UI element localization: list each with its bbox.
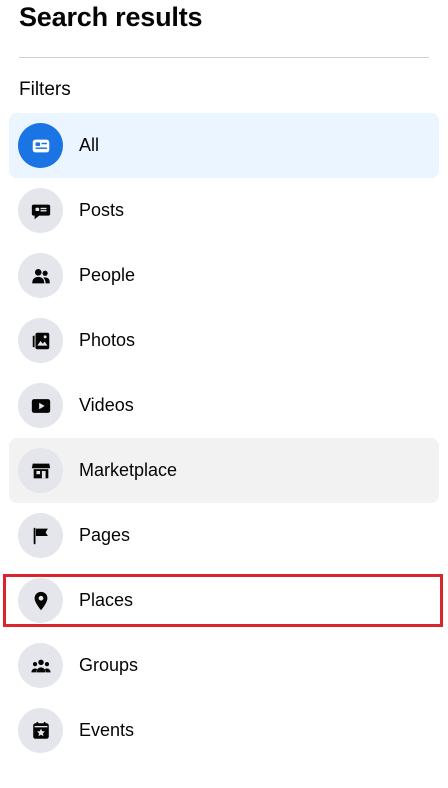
post-icon [18, 188, 63, 233]
groups-icon [18, 643, 63, 688]
filter-label-videos: Videos [79, 395, 134, 415]
filter-label-all: All [79, 135, 100, 155]
filter-label-people: People [79, 265, 136, 285]
page-title: Search results [19, 2, 203, 32]
flag-icon [18, 513, 63, 558]
filter-item-all[interactable]: All [9, 113, 439, 178]
photos-icon [18, 318, 63, 363]
divider [19, 57, 429, 58]
filter-label-groups: Groups [79, 655, 139, 675]
filter-item-groups[interactable]: Groups [9, 633, 439, 698]
filter-item-videos[interactable]: Videos [9, 373, 439, 438]
filters-list: All Posts People Photos Videos Marketpla… [9, 113, 439, 763]
filter-item-places[interactable]: Places [9, 568, 439, 633]
filter-item-people[interactable]: People [9, 243, 439, 308]
filter-label-places: Places [79, 590, 134, 610]
filter-label-photos: Photos [79, 330, 136, 350]
filter-item-events[interactable]: Events [9, 698, 439, 763]
feed-icon [18, 123, 63, 168]
calendar-star-icon [18, 708, 63, 753]
filter-label-pages: Pages [79, 525, 131, 545]
filter-label-events: Events [79, 720, 135, 740]
filter-label-posts: Posts [79, 200, 125, 220]
people-icon [18, 253, 63, 298]
filter-item-marketplace[interactable]: Marketplace [9, 438, 439, 503]
store-icon [18, 448, 63, 493]
filters-heading: Filters [19, 79, 71, 100]
filter-item-photos[interactable]: Photos [9, 308, 439, 373]
filter-item-pages[interactable]: Pages [9, 503, 439, 568]
video-icon [18, 383, 63, 428]
location-pin-icon [18, 578, 63, 623]
filter-item-posts[interactable]: Posts [9, 178, 439, 243]
filter-label-marketplace: Marketplace [79, 460, 178, 480]
